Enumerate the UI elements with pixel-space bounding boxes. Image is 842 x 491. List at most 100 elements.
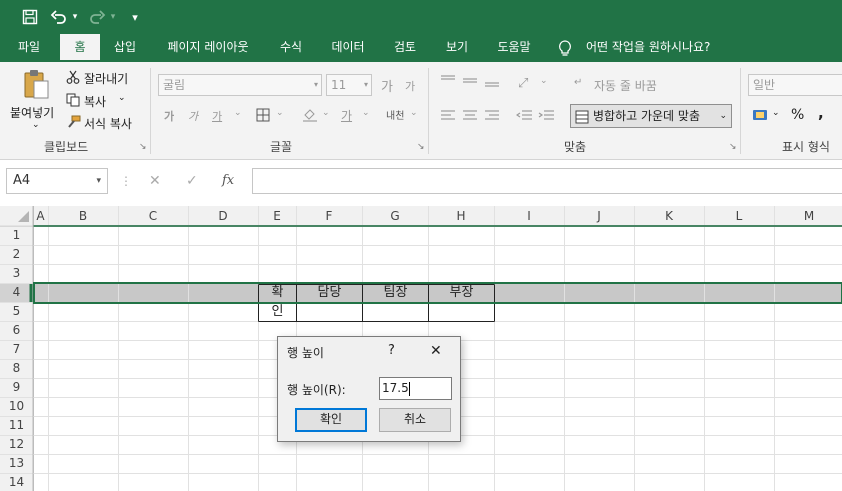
cell-g4[interactable]: 팀장	[363, 284, 428, 302]
align-left-icon[interactable]	[440, 109, 510, 126]
column-header-f[interactable]: F	[296, 206, 362, 226]
close-icon[interactable]: ✕	[430, 343, 442, 359]
column-header-a[interactable]: A	[33, 206, 48, 226]
percent-button[interactable]: %	[791, 107, 804, 123]
row-header-14[interactable]: 14	[0, 473, 33, 491]
merge-center-button[interactable]: 병합하고 가운데 맞춤 ⌄	[570, 104, 732, 128]
cut-button[interactable]: 잘라내기	[84, 70, 128, 87]
font-name-select[interactable]: 굴림 ▾	[158, 74, 322, 96]
column-header-h[interactable]: H	[428, 206, 494, 226]
format-painter-icon[interactable]	[66, 115, 81, 132]
tab-page-layout[interactable]: 페이지 레이아웃	[156, 34, 260, 62]
row-header-6[interactable]: 6	[0, 321, 33, 340]
tab-help[interactable]: 도움말	[488, 34, 540, 62]
column-header-k[interactable]: K	[634, 206, 704, 226]
tab-file[interactable]: 파일	[6, 34, 52, 62]
italic-button[interactable]: 가	[188, 108, 198, 124]
font-color-dropdown-icon[interactable]: ⌄	[362, 108, 370, 118]
font-size-select[interactable]: 11 ▾	[326, 74, 372, 96]
cancel-entry-icon[interactable]: ✕	[149, 173, 161, 189]
column-header-l[interactable]: L	[704, 206, 774, 226]
phonetic-button[interactable]: 내천	[386, 107, 404, 122]
copy-icon[interactable]	[66, 93, 80, 110]
redo-icon[interactable]	[86, 6, 108, 28]
row-header-13[interactable]: 13	[0, 454, 33, 473]
currency-dropdown-icon[interactable]: ⌄	[772, 108, 780, 118]
tell-me-search[interactable]: 어떤 작업을 원하시나요?	[586, 34, 710, 62]
shrink-font-button[interactable]: 가	[405, 78, 415, 94]
currency-icon[interactable]	[752, 108, 768, 125]
tab-insert[interactable]: 삽입	[104, 34, 146, 62]
row-header-10[interactable]: 10	[0, 397, 33, 416]
row-header-8[interactable]: 8	[0, 359, 33, 378]
undo-icon[interactable]	[48, 6, 70, 28]
scissors-icon[interactable]	[66, 70, 80, 87]
paste-icon[interactable]	[22, 68, 50, 103]
customize-qat-button[interactable]: ▾	[128, 6, 142, 28]
paste-button[interactable]: 붙여넣기	[10, 104, 54, 121]
font-launcher-icon[interactable]: ↘	[417, 142, 425, 152]
cell-e4[interactable]: 확	[259, 284, 296, 302]
column-header-g[interactable]: G	[362, 206, 428, 226]
column-header-m[interactable]: M	[774, 206, 842, 226]
copy-button[interactable]: 복사	[84, 93, 106, 110]
grow-font-button[interactable]: 가	[381, 76, 393, 95]
row-height-input[interactable]: 17.5	[379, 377, 452, 400]
cell-f4[interactable]: 담당	[297, 284, 362, 302]
copy-dropdown-icon[interactable]: ⌄	[118, 93, 126, 103]
undo-dropdown-icon[interactable]: ▾	[70, 6, 80, 28]
column-header-e[interactable]: E	[258, 206, 296, 226]
border-icon[interactable]	[256, 108, 270, 125]
cell-h4[interactable]: 부장	[429, 284, 494, 302]
column-header-c[interactable]: C	[118, 206, 188, 226]
fill-color-icon[interactable]	[302, 107, 318, 125]
phonetic-dropdown-icon[interactable]: ⌄	[410, 108, 418, 118]
cell-e5[interactable]: 인	[259, 303, 296, 321]
confirm-entry-icon[interactable]: ✓	[186, 173, 198, 189]
fill-color-dropdown-icon[interactable]: ⌄	[322, 108, 330, 118]
wrap-text-icon[interactable]: ↵	[574, 77, 582, 88]
font-color-button[interactable]: 가	[341, 107, 352, 124]
ok-button[interactable]: 확인	[295, 408, 367, 432]
row-header-11[interactable]: 11	[0, 416, 33, 435]
help-button[interactable]: ?	[388, 343, 395, 358]
row-header-5[interactable]: 5	[0, 302, 33, 321]
save-icon[interactable]	[18, 6, 42, 28]
orientation-icon[interactable]: ⤢	[518, 76, 528, 91]
tab-data[interactable]: 데이터	[322, 34, 374, 62]
name-box[interactable]: A4 ▾	[6, 168, 108, 194]
row-header-12[interactable]: 12	[0, 435, 33, 454]
align-top-icon[interactable]	[440, 74, 514, 91]
row-header-4[interactable]: 4	[0, 283, 33, 302]
bold-button[interactable]: 가	[164, 108, 174, 124]
row-header-2[interactable]: 2	[0, 245, 33, 264]
cancel-button[interactable]: 취소	[379, 408, 451, 432]
tab-view[interactable]: 보기	[436, 34, 478, 62]
insert-function-button[interactable]: fx	[222, 173, 234, 188]
row-header-1[interactable]: 1	[0, 226, 33, 245]
comma-button[interactable]: ,	[818, 104, 824, 122]
tab-formulas[interactable]: 수식	[270, 34, 312, 62]
number-format-select[interactable]: 일반	[748, 74, 842, 96]
column-header-b[interactable]: B	[48, 206, 118, 226]
orientation-dropdown-icon[interactable]: ⌄	[540, 76, 548, 86]
formula-input[interactable]	[252, 168, 842, 194]
wrap-text-button[interactable]: 자동 줄 바꿈	[594, 77, 657, 94]
tab-review[interactable]: 검토	[384, 34, 426, 62]
underline-dropdown-icon[interactable]: ⌄	[234, 108, 242, 118]
border-dropdown-icon[interactable]: ⌄	[276, 108, 284, 118]
tab-home[interactable]: 홈	[60, 34, 100, 62]
format-painter-button[interactable]: 서식 복사	[84, 115, 132, 132]
column-header-j[interactable]: J	[564, 206, 634, 226]
clipboard-launcher-icon[interactable]: ↘	[139, 142, 147, 152]
row-header-7[interactable]: 7	[0, 340, 33, 359]
column-header-d[interactable]: D	[188, 206, 258, 226]
alignment-launcher-icon[interactable]: ↘	[729, 142, 737, 152]
underline-button[interactable]: 가	[212, 108, 222, 124]
row-header-9[interactable]: 9	[0, 378, 33, 397]
indent-icon[interactable]	[515, 109, 560, 126]
redo-dropdown-icon[interactable]: ▾	[108, 6, 118, 28]
column-header-i[interactable]: I	[494, 206, 564, 226]
row-header-3[interactable]: 3	[0, 264, 33, 283]
paste-dropdown-icon[interactable]: ⌄	[32, 120, 40, 130]
